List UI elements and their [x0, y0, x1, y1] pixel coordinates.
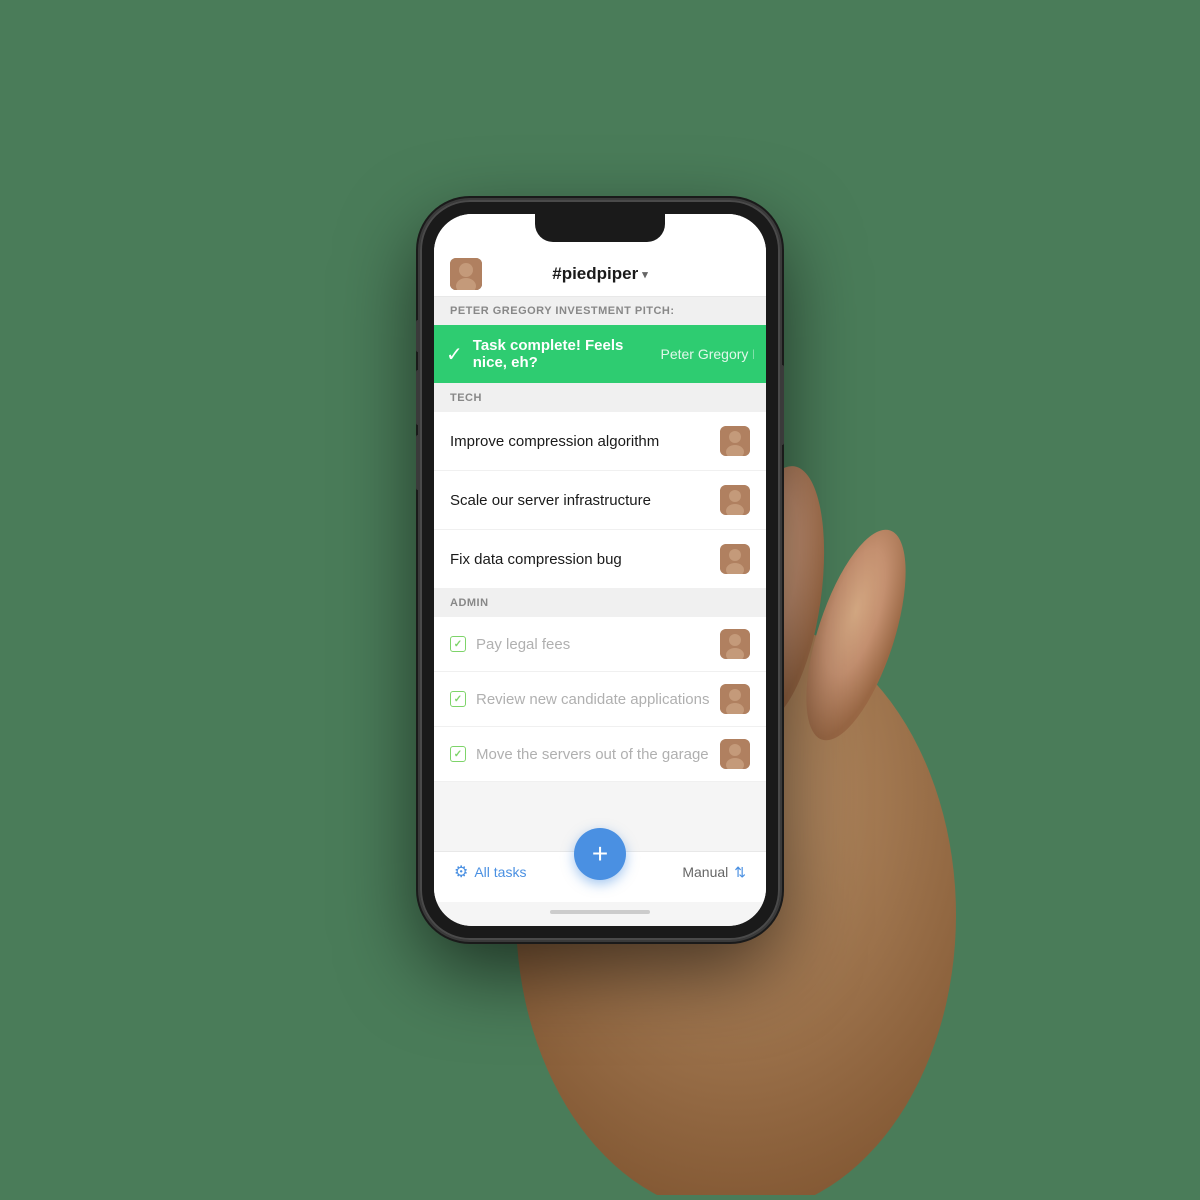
- home-bar: [550, 910, 650, 914]
- task-item-compression[interactable]: Improve compression algorithm: [434, 412, 766, 471]
- phone-device: #piedpiper ▾ PETER GREGORY INVESTMENT PI…: [420, 200, 780, 940]
- scene: #piedpiper ▾ PETER GREGORY INVESTMENT PI…: [0, 0, 1200, 1200]
- all-tasks-label: All tasks: [474, 864, 526, 880]
- bottom-bar: ⚙ All tasks + Manual ⇅: [434, 851, 766, 902]
- task-item-candidates[interactable]: ✓ Review new candidate applications: [434, 672, 766, 727]
- sort-icon: ⇅: [734, 864, 746, 881]
- task-avatar-garage: [720, 739, 750, 769]
- power-button[interactable]: [780, 365, 784, 445]
- task-list: PETER GREGORY INVESTMENT PITCH: Practice…: [434, 297, 766, 851]
- task-avatar-compression: [720, 426, 750, 456]
- avatar[interactable]: [450, 258, 482, 290]
- checkbox-candidates[interactable]: ✓: [450, 691, 466, 707]
- chevron-down-icon: ▾: [642, 268, 648, 281]
- checkmark-icon: ✓: [446, 342, 463, 367]
- sort-section[interactable]: Manual ⇅: [682, 864, 746, 881]
- toast-content: Task complete! Feels nice, eh?: [473, 337, 643, 371]
- task-text-garage: Move the servers out of the garage: [476, 746, 710, 763]
- checkmark-candidates: ✓: [454, 694, 462, 705]
- avatar-face: [450, 258, 482, 290]
- task-avatar-candidates: [720, 684, 750, 714]
- task-text-bug: Fix data compression bug: [450, 551, 710, 568]
- notch: [535, 214, 665, 242]
- task-avatar-bug: [720, 544, 750, 574]
- toast-task-name: Peter Gregory Inv...: [660, 346, 754, 362]
- task-text-legal: Pay legal fees: [476, 636, 710, 653]
- task-item-bug[interactable]: Fix data compression bug: [434, 530, 766, 589]
- task-text-server: Scale our server infrastructure: [450, 492, 710, 509]
- plus-icon: +: [592, 840, 608, 868]
- toast-notification: ✓ Task complete! Feels nice, eh? Peter G…: [434, 325, 766, 383]
- volume-up-button[interactable]: [416, 370, 420, 425]
- volume-down-button[interactable]: [416, 435, 420, 490]
- filter-icon: ⚙: [454, 862, 468, 882]
- toast-text: Task complete! Feels nice, eh?: [473, 337, 643, 371]
- app-content: #piedpiper ▾ PETER GREGORY INVESTMENT PI…: [434, 214, 766, 926]
- silent-switch: [416, 320, 420, 352]
- task-avatar-legal: [720, 629, 750, 659]
- task-text-compression: Improve compression algorithm: [450, 433, 710, 450]
- section-tech: TECH: [434, 384, 766, 412]
- manual-label: Manual: [682, 864, 728, 880]
- section-peter-gregory: PETER GREGORY INVESTMENT PITCH:: [434, 297, 766, 325]
- home-indicator: [434, 902, 766, 926]
- add-task-fab[interactable]: +: [574, 828, 626, 880]
- checkbox-legal[interactable]: ✓: [450, 636, 466, 652]
- phone-screen: #piedpiper ▾ PETER GREGORY INVESTMENT PI…: [434, 214, 766, 926]
- checkmark-garage: ✓: [454, 749, 462, 760]
- channel-name: #piedpiper: [552, 264, 638, 284]
- task-item-practice[interactable]: Practice elevator pitch ✓ Task complete!…: [434, 325, 766, 384]
- task-avatar-server: [720, 485, 750, 515]
- checkmark-legal: ✓: [454, 639, 462, 650]
- section-admin: ADMIN: [434, 589, 766, 617]
- header-title[interactable]: #piedpiper ▾: [552, 264, 648, 284]
- task-item-servers-garage[interactable]: ✓ Move the servers out of the garage: [434, 727, 766, 782]
- checkbox-garage[interactable]: ✓: [450, 746, 466, 762]
- task-text-candidates: Review new candidate applications: [476, 691, 710, 708]
- task-item-server[interactable]: Scale our server infrastructure: [434, 471, 766, 530]
- all-tasks-section[interactable]: ⚙ All tasks: [454, 862, 526, 882]
- task-item-legal[interactable]: ✓ Pay legal fees: [434, 617, 766, 672]
